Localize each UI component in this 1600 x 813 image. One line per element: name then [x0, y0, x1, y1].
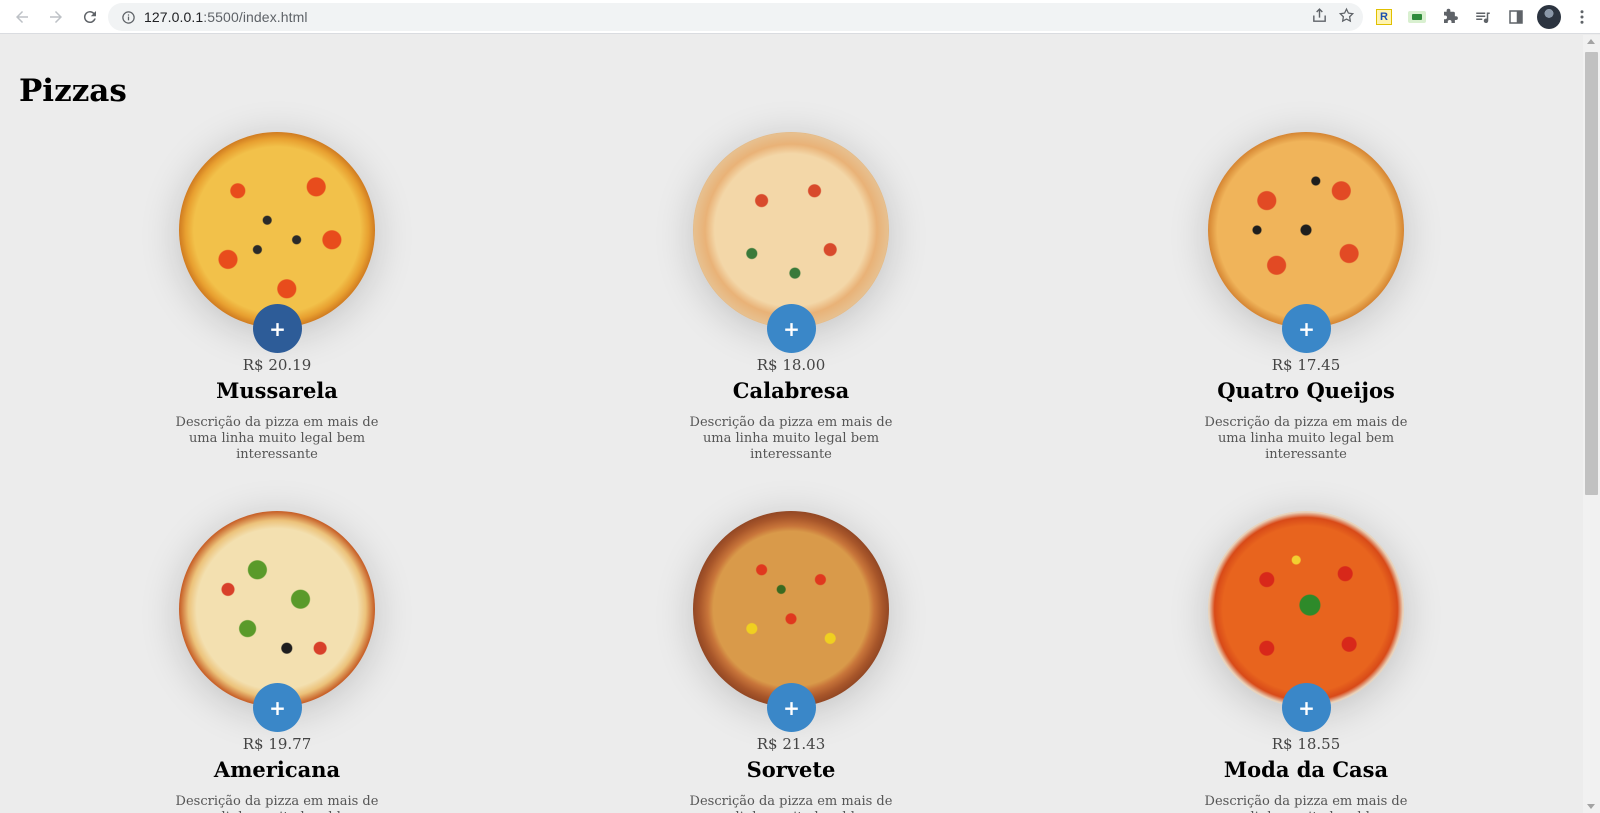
vertical-scrollbar[interactable]: [1583, 35, 1600, 813]
pizza-name: Americana: [213, 757, 341, 782]
pizza-description: Descrição da pizza em mais de uma linha …: [175, 415, 379, 462]
add-pizza-button[interactable]: +: [253, 304, 302, 353]
browser-menu-icon[interactable]: [1570, 5, 1594, 29]
add-pizza-button[interactable]: +: [767, 683, 816, 732]
profile-avatar[interactable]: [1537, 5, 1561, 29]
url-host: 127.0.0.1: [144, 9, 204, 25]
pizza-grid: + R$ 20.19 Mussarela Descrição da pizza …: [0, 35, 1583, 813]
pizza-description: Descrição da pizza em mais de uma linha …: [175, 794, 379, 813]
back-icon[interactable]: [6, 1, 38, 33]
add-pizza-button[interactable]: +: [767, 304, 816, 353]
pizza-image[interactable]: [1208, 511, 1404, 707]
extension-green-icon[interactable]: [1405, 5, 1429, 29]
pizza-description: Descrição da pizza em mais de uma linha …: [1204, 794, 1408, 813]
pizza-price: R$ 20.19: [242, 356, 312, 374]
site-info-icon[interactable]: [114, 3, 142, 31]
pizza-image[interactable]: [179, 511, 375, 707]
share-icon[interactable]: [1311, 7, 1328, 27]
pizza-image[interactable]: [179, 132, 375, 328]
pizza-name: Moda da Casa: [1223, 757, 1389, 782]
pizza-image[interactable]: [693, 132, 889, 328]
pizza-price: R$ 18.00: [756, 356, 826, 374]
pizza-name: Calabresa: [732, 378, 850, 403]
pizza-name: Mussarela: [216, 378, 338, 403]
scroll-up-arrow-icon[interactable]: [1587, 39, 1595, 44]
pizza-image[interactable]: [1208, 132, 1404, 328]
add-pizza-button[interactable]: +: [1282, 304, 1331, 353]
pizza-name: Quatro Queijos: [1217, 378, 1395, 403]
url-text: 127.0.0.1:5500/index.html: [144, 9, 308, 25]
extension-r-icon[interactable]: R: [1372, 5, 1396, 29]
address-bar[interactable]: 127.0.0.1:5500/index.html: [108, 3, 1363, 31]
scroll-down-arrow-icon[interactable]: [1587, 804, 1595, 809]
scrollbar-thumb[interactable]: [1585, 52, 1598, 495]
reload-icon[interactable]: [74, 1, 106, 33]
pizza-description: Descrição da pizza em mais de uma linha …: [689, 415, 893, 462]
pizza-price: R$ 17.45: [1271, 356, 1341, 374]
pizza-price: R$ 18.55: [1271, 735, 1341, 753]
pizza-price: R$ 19.77: [242, 735, 312, 753]
url-path: :5500/index.html: [203, 9, 308, 25]
pizza-name: Sorvete: [746, 757, 836, 782]
add-pizza-button[interactable]: +: [253, 683, 302, 732]
add-pizza-button[interactable]: +: [1282, 683, 1331, 732]
page-content: Pizzas + R$ 20.19 Mussarela Descrição da…: [0, 35, 1583, 813]
pizza-price: R$ 21.43: [756, 735, 826, 753]
media-queue-icon[interactable]: [1471, 5, 1495, 29]
bookmark-star-icon[interactable]: [1338, 7, 1355, 27]
side-panel-icon[interactable]: [1504, 5, 1528, 29]
extensions-puzzle-icon[interactable]: [1438, 5, 1462, 29]
browser-toolbar: 127.0.0.1:5500/index.html R: [0, 0, 1600, 34]
pizza-description: Descrição da pizza em mais de uma linha …: [1204, 415, 1408, 462]
pizza-image[interactable]: [693, 511, 889, 707]
forward-icon[interactable]: [40, 1, 72, 33]
pizza-description: Descrição da pizza em mais de uma linha …: [689, 794, 893, 813]
